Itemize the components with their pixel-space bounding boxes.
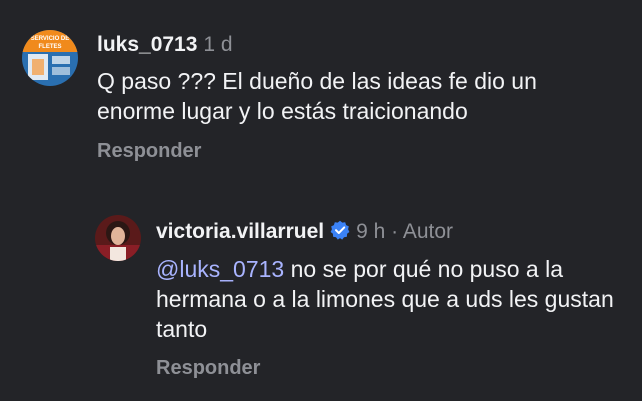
- reply-button[interactable]: Responder: [97, 140, 201, 163]
- comment-victoria: victoria.villarruel 9 h · Autor @luks_07…: [0, 200, 642, 401]
- mention-link[interactable]: @luks_0713: [156, 256, 284, 282]
- author-label: Autor: [402, 220, 454, 243]
- comment-text: @luks_0713 no se por qué no puso a la he…: [156, 254, 626, 344]
- svg-text:FLETES: FLETES: [38, 44, 61, 50]
- timestamp: 1 d: [203, 33, 233, 56]
- avatar-image-icon: [95, 215, 141, 261]
- comment-luks: SERVICIO DE FLETES luks_0713 1 d Q paso ?…: [0, 0, 642, 180]
- comment-header: victoria.villarruel 9 h · Autor: [156, 219, 453, 247]
- svg-text:SERVICIO DE: SERVICIO DE: [31, 36, 70, 42]
- timestamp: 9 h: [356, 220, 386, 243]
- username[interactable]: victoria.villarruel: [156, 220, 324, 243]
- username[interactable]: luks_0713: [97, 33, 197, 56]
- separator: ·: [391, 220, 399, 243]
- avatar-image-icon: SERVICIO DE FLETES: [22, 30, 78, 86]
- reply-button[interactable]: Responder: [156, 357, 260, 380]
- comment-header: luks_0713 1 d: [97, 32, 233, 58]
- comment-text: Q paso ??? El dueño de las ideas fe dio …: [97, 68, 537, 124]
- avatar[interactable]: SERVICIO DE FLETES: [22, 30, 78, 86]
- verified-badge-icon: [330, 220, 350, 247]
- avatar[interactable]: [95, 215, 141, 261]
